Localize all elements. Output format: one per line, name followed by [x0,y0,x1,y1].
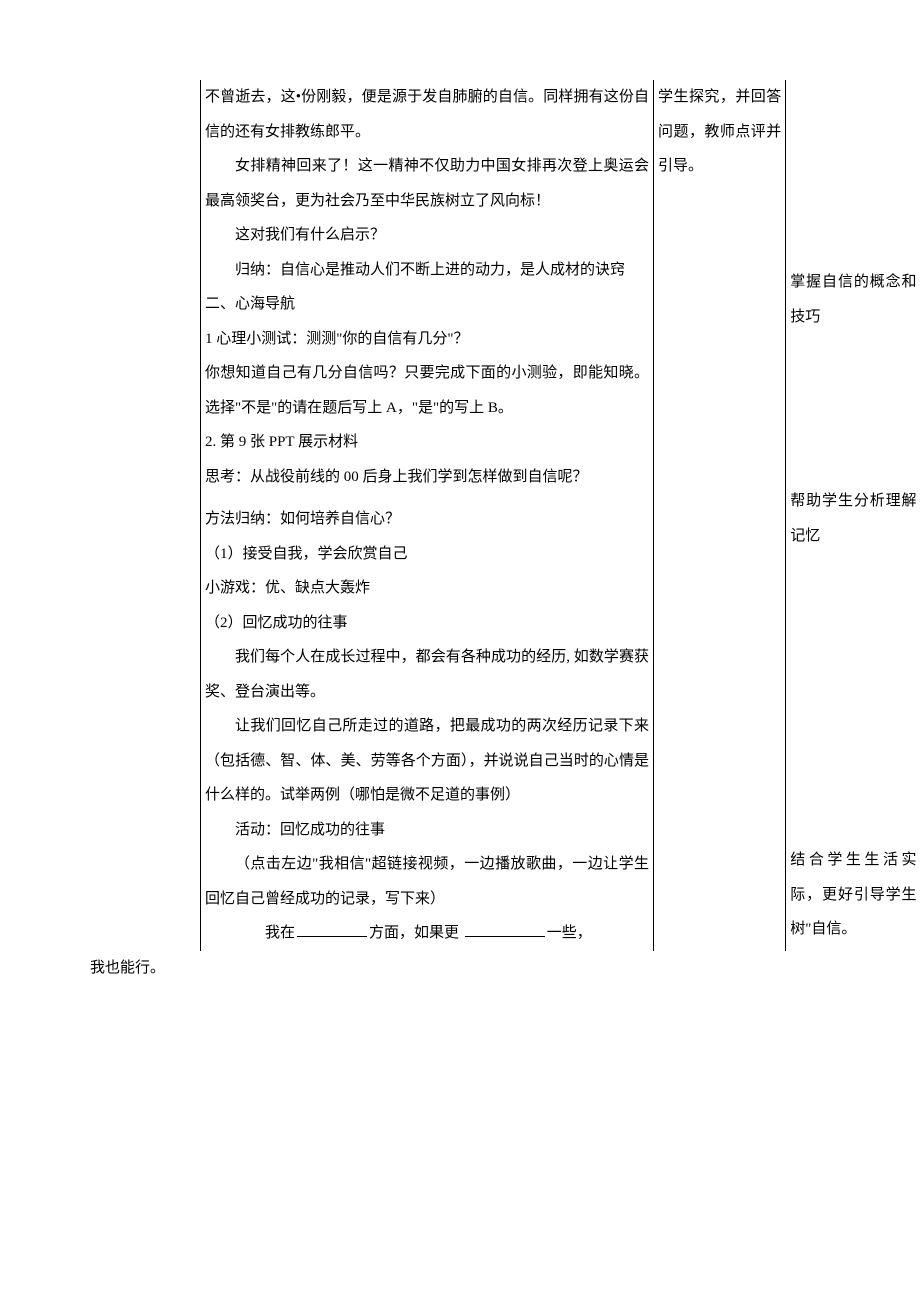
method-item: （2）回忆成功的往事 [205,606,649,641]
para: 思考：从战役前线的 00 后身上我们学到怎样做到自信呢？ [205,460,649,495]
para: 让我们回忆自己所走过的道路，把最成功的两次经历记录下来（包括德、智、体、美、劳等… [205,709,649,813]
para: 2. 第 9 张 PPT 展示材料 [205,425,649,460]
method-item: （1）接受自我，学会欣赏自己 [205,537,649,572]
blank-field[interactable] [465,921,545,937]
para: （点击左边"我相信"超链接视频，一边播放歌曲，一边让学生回忆自己曾经成功的记录，… [205,847,649,916]
para: 活动：回忆成功的往事 [205,813,649,848]
teacher-note-cell: 掌握自信的概念和技巧 帮助学生分析理解记忆 结合学生生活实际，更好引导学生树"自… [786,80,920,951]
fill-in-line: 我在 方面，如果更 一些， [205,916,649,951]
student-activity-cell: 学生探究，并回答问题，教师点评并引导。 [654,80,786,951]
content-body-cell: 不曾逝去，这•份刚毅，便是源于发自肺腑的自信。同样拥有这份自信的还有女排教练郎平… [201,80,654,951]
para: 学生探究，并回答问题，教师点评并引导。 [658,80,781,184]
fill-prefix: 我在 [265,925,295,941]
para: 女排精神回来了！这一精神不仅助力中国女排再次登上奥运会最高领奖台，更为社会乃至中… [205,149,649,218]
para: 我们每个人在成长过程中，都会有各种成功的经历, 如数学赛获奖、登台演出等。 [205,640,649,709]
method-title: 方法归纳：如何培养自信心？ [205,502,649,537]
para: 归纳：自信心是推动人们不断上进的动力，是人成材的诀窍 [205,253,649,288]
para: 这对我们有什么启示？ [205,218,649,253]
footer-text: 我也能行。 [90,951,830,986]
para: 帮助学生分析理解记忆 [790,484,916,553]
blank-field[interactable] [297,921,367,937]
section-heading: 二、心海导航 [205,287,649,322]
para: 1 心理小测试：测测"你的自信有几分"？ [205,322,649,357]
para: 你想知道自己有几分自信吗？只要完成下面的小测验，即能知晓。选择"不是"的请在题后… [205,356,649,425]
fill-mid: 方面，如果更 [369,925,459,941]
fill-suffix: 一些， [547,925,592,941]
para: 掌握自信的概念和技巧 [790,265,916,334]
para: 结合学生生活实际，更好引导学生树"自信。 [790,843,916,947]
method-item: 小游戏：优、缺点大轰炸 [205,571,649,606]
para: 不曾逝去，这•份刚毅，便是源于发自肺腑的自信。同样拥有这份自信的还有女排教练郎平… [205,80,649,149]
